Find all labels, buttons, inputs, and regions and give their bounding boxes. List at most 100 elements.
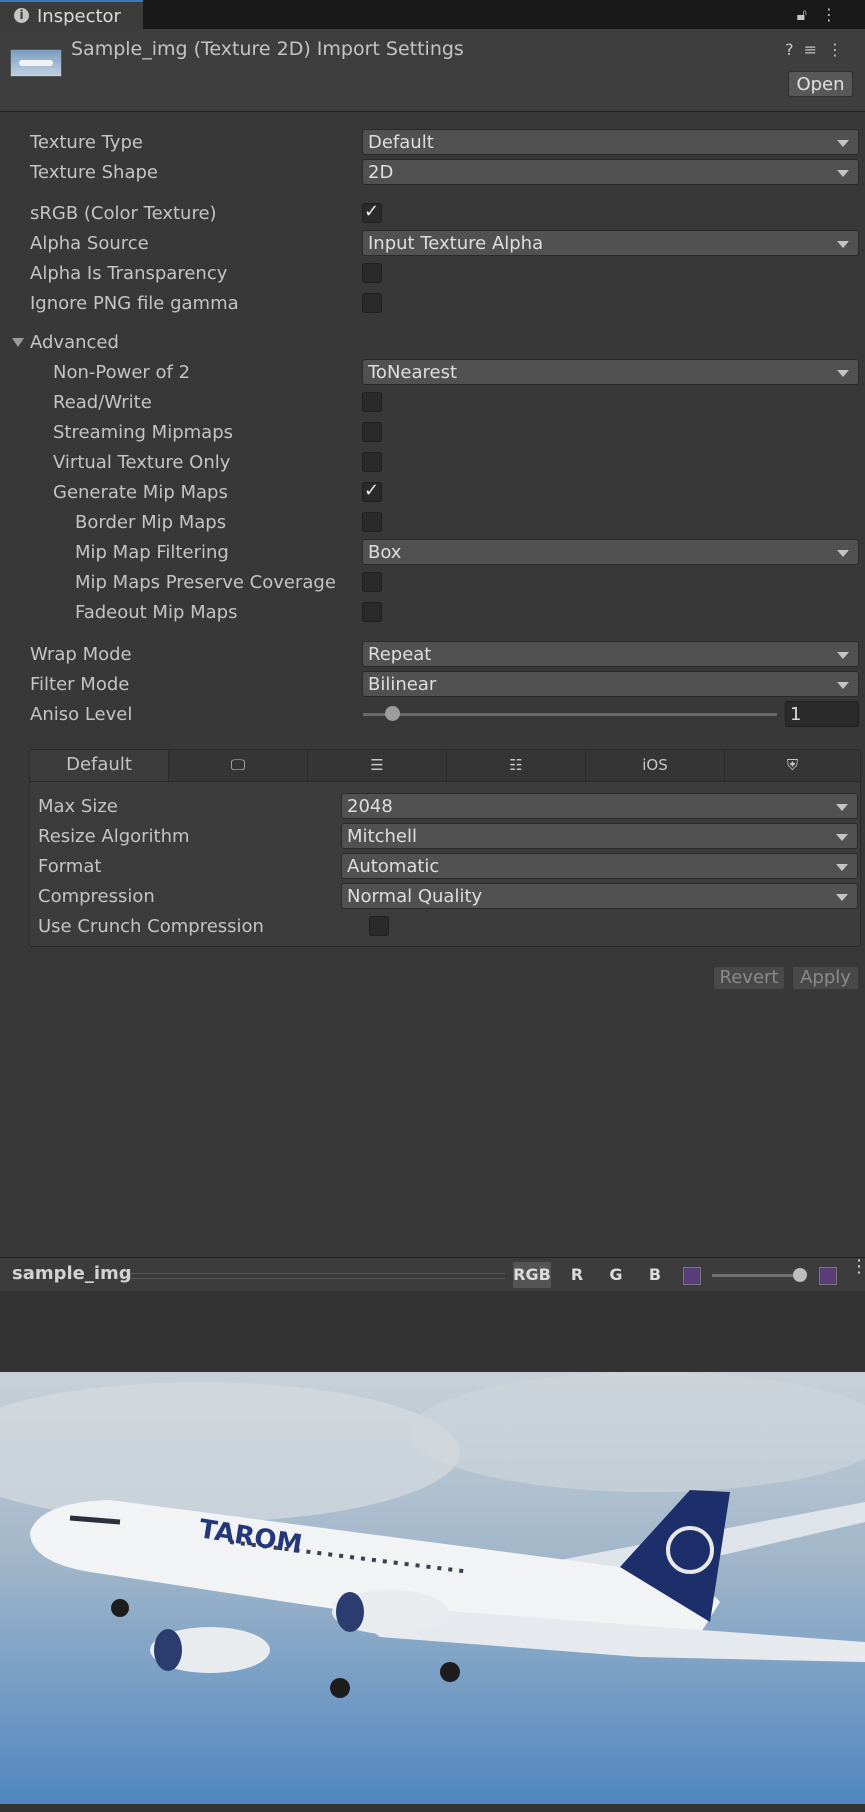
apply-button[interactable]: Apply bbox=[792, 966, 859, 990]
aniso-level-label: Aniso Level bbox=[30, 704, 133, 725]
mip-level-slider[interactable] bbox=[712, 1274, 802, 1277]
ignore-png-gamma-label: Ignore PNG file gamma bbox=[30, 293, 239, 314]
help-icon[interactable]: ? bbox=[785, 40, 804, 59]
mip-small-icon bbox=[683, 1267, 701, 1285]
advanced-foldout[interactable]: Advanced bbox=[0, 329, 865, 355]
use-crunch-checkbox[interactable] bbox=[369, 916, 389, 936]
kebab-menu-icon[interactable]: ⋮ bbox=[850, 1258, 865, 1276]
chevron-down-icon bbox=[837, 682, 849, 689]
kebab-menu-icon[interactable]: ⋮ bbox=[821, 5, 851, 24]
html5-icon: ⛨ bbox=[786, 756, 799, 774]
read-write-checkbox[interactable] bbox=[362, 392, 382, 412]
channel-b-button[interactable]: B bbox=[636, 1262, 674, 1288]
dropdown-value: Repeat bbox=[368, 644, 432, 665]
virtual-texture-only-label: Virtual Texture Only bbox=[53, 452, 231, 473]
tab-inspector[interactable]: i Inspector bbox=[0, 0, 143, 29]
border-mip-maps-checkbox[interactable] bbox=[362, 512, 382, 532]
header-icons: ?≡⋮ bbox=[785, 40, 853, 59]
srgb-label: sRGB (Color Texture) bbox=[30, 203, 217, 224]
foldout-arrow-icon[interactable] bbox=[12, 338, 24, 347]
resize-algorithm-dropdown[interactable]: Mitchell bbox=[341, 823, 858, 849]
lock-icon[interactable]: 🔓︎ bbox=[797, 5, 821, 24]
filter-mode-dropdown[interactable]: Bilinear bbox=[362, 671, 859, 697]
non-power-of-2-row: Non-Power of 2 ToNearest bbox=[0, 359, 865, 385]
aniso-level-slider-knob[interactable] bbox=[385, 706, 400, 721]
filter-mode-label: Filter Mode bbox=[30, 674, 130, 695]
mip-level-slider-knob[interactable] bbox=[793, 1268, 807, 1282]
compression-dropdown[interactable]: Normal Quality bbox=[341, 883, 858, 909]
alpha-is-transparency-checkbox[interactable] bbox=[362, 263, 382, 283]
mip-maps-preserve-coverage-checkbox[interactable] bbox=[362, 572, 382, 592]
server-icon: ☰ bbox=[370, 756, 384, 774]
tab-actions: 🔓︎⋮ bbox=[797, 5, 851, 25]
dropdown-value: 2D bbox=[368, 162, 394, 183]
tab-server[interactable]: ☰ bbox=[308, 750, 447, 781]
fadeout-mip-maps-checkbox[interactable] bbox=[362, 602, 382, 622]
tab-android[interactable]: ☷ bbox=[447, 750, 586, 781]
revert-button[interactable]: Revert bbox=[713, 966, 785, 990]
virtual-texture-only-row: Virtual Texture Only bbox=[0, 449, 865, 475]
wrap-mode-dropdown[interactable]: Repeat bbox=[362, 641, 859, 667]
chevron-down-icon bbox=[837, 140, 849, 147]
virtual-texture-only-checkbox[interactable] bbox=[362, 452, 382, 472]
channel-r-button[interactable]: R bbox=[558, 1262, 596, 1288]
ignore-png-gamma-checkbox[interactable] bbox=[362, 293, 382, 313]
srgb-checkbox[interactable]: ✓ bbox=[362, 201, 382, 223]
streaming-mipmaps-checkbox[interactable] bbox=[362, 422, 382, 442]
alpha-source-label: Alpha Source bbox=[30, 233, 149, 254]
channel-g-button[interactable]: G bbox=[597, 1262, 635, 1288]
streaming-mipmaps-label: Streaming Mipmaps bbox=[53, 422, 234, 443]
generate-mip-maps-checkbox[interactable]: ✓ bbox=[362, 480, 382, 502]
compression-row: Compression Normal Quality bbox=[0, 883, 865, 909]
dropdown-value: Normal Quality bbox=[347, 886, 483, 907]
border-mip-maps-row: Border Mip Maps bbox=[0, 509, 865, 535]
aniso-level-slider[interactable] bbox=[363, 713, 777, 716]
chevron-down-icon bbox=[837, 550, 849, 557]
tab-webgl[interactable]: ⛨ bbox=[725, 750, 860, 781]
texture-shape-label: Texture Shape bbox=[30, 162, 158, 183]
texture-shape-dropdown[interactable]: 2D bbox=[362, 159, 859, 185]
info-icon: i bbox=[14, 8, 29, 23]
aniso-level-field[interactable]: 1 bbox=[785, 701, 859, 727]
format-dropdown[interactable]: Automatic bbox=[341, 853, 858, 879]
non-power-of-2-dropdown[interactable]: ToNearest bbox=[362, 359, 859, 385]
mip-large-icon bbox=[819, 1267, 837, 1285]
mip-maps-preserve-coverage-label: Mip Maps Preserve Coverage bbox=[75, 572, 336, 593]
kebab-menu-icon[interactable]: ⋮ bbox=[827, 40, 853, 59]
texture-type-label: Texture Type bbox=[30, 132, 143, 153]
resize-algorithm-row: Resize Algorithm Mitchell bbox=[0, 823, 865, 849]
aniso-level-value: 1 bbox=[790, 704, 802, 725]
streaming-mipmaps-row: Streaming Mipmaps bbox=[0, 419, 865, 445]
ignore-png-gamma-row: Ignore PNG file gamma bbox=[0, 290, 865, 316]
use-crunch-label: Use Crunch Compression bbox=[38, 916, 264, 937]
page-title: Sample_img (Texture 2D) Import Settings bbox=[71, 38, 464, 60]
alpha-is-transparency-row: Alpha Is Transparency bbox=[0, 260, 865, 286]
tab-ios[interactable]: iOS bbox=[586, 750, 725, 781]
aniso-level-row: Aniso Level 1 bbox=[0, 701, 865, 727]
texture-type-dropdown[interactable]: Default bbox=[362, 129, 859, 155]
preview-drag-handle[interactable] bbox=[130, 1273, 505, 1279]
max-size-dropdown[interactable]: 2048 bbox=[341, 793, 858, 819]
mip-map-filtering-dropdown[interactable]: Box bbox=[362, 539, 859, 565]
alpha-source-row: Alpha Source Input Texture Alpha bbox=[0, 230, 865, 256]
dropdown-value: Input Texture Alpha bbox=[368, 233, 544, 254]
alpha-source-dropdown[interactable]: Input Texture Alpha bbox=[362, 230, 859, 256]
tab-default[interactable]: Default bbox=[30, 750, 169, 781]
tab-standalone[interactable]: 🖵︎ bbox=[169, 750, 308, 781]
fadeout-mip-maps-row: Fadeout Mip Maps bbox=[0, 599, 865, 625]
chevron-down-icon bbox=[836, 834, 848, 841]
chevron-down-icon bbox=[837, 652, 849, 659]
chevron-down-icon bbox=[836, 894, 848, 901]
open-button[interactable]: Open bbox=[788, 71, 853, 97]
read-write-row: Read/Write bbox=[0, 389, 865, 415]
mip-map-filtering-label: Mip Map Filtering bbox=[75, 542, 229, 563]
wrap-mode-label: Wrap Mode bbox=[30, 644, 132, 665]
channel-rgb-button[interactable]: RGB bbox=[513, 1262, 551, 1288]
dropdown-value: Box bbox=[368, 542, 402, 563]
texture-shape-row: Texture Shape 2D bbox=[0, 159, 865, 185]
compression-label: Compression bbox=[38, 886, 155, 907]
border-mip-maps-label: Border Mip Maps bbox=[75, 512, 227, 533]
tab-title: Inspector bbox=[37, 6, 121, 27]
presets-icon[interactable]: ≡ bbox=[804, 40, 827, 59]
tab-bar: i Inspector 🔓︎⋮ bbox=[0, 0, 865, 29]
